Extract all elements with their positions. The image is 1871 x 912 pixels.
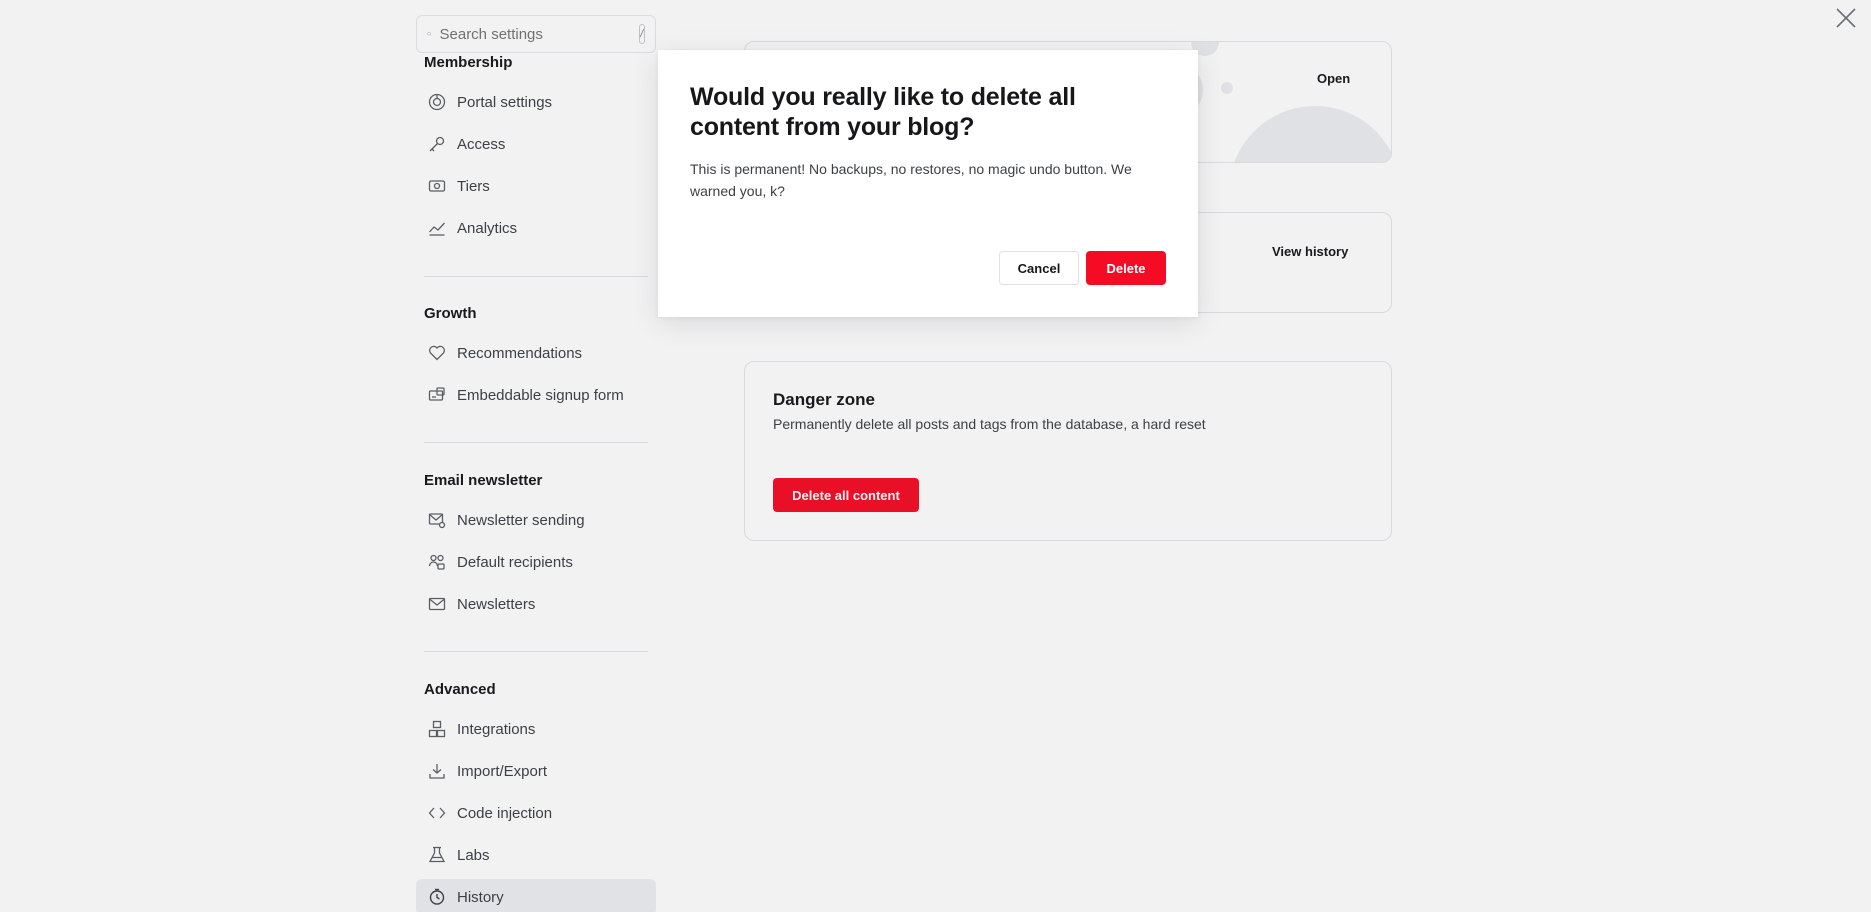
confirm-delete-button[interactable]: Delete — [1086, 251, 1166, 285]
close-icon[interactable] — [1833, 5, 1859, 31]
modal-body: This is permanent! No backups, no restor… — [690, 161, 1132, 199]
confirm-delete-modal: Would you really like to delete all cont… — [658, 50, 1198, 317]
cancel-button[interactable]: Cancel — [999, 251, 1079, 285]
modal-title: Would you really like to delete all cont… — [690, 83, 1076, 141]
